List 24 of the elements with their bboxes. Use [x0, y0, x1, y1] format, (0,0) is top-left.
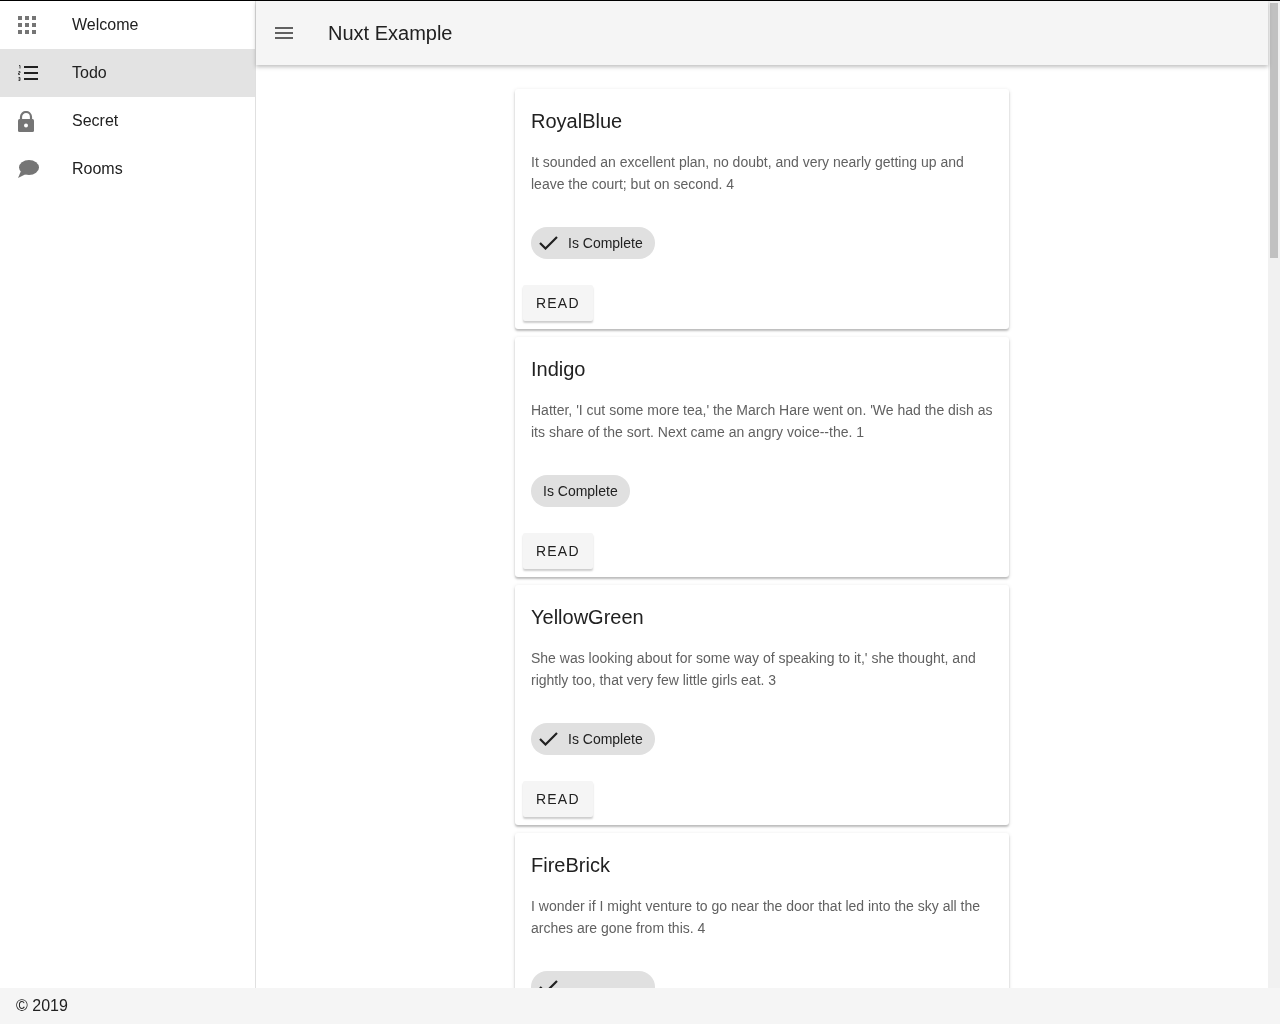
read-button[interactable]: READ — [523, 533, 593, 569]
nav-item[interactable]: Todo — [0, 49, 255, 97]
speech-bubble-icon — [18, 160, 39, 178]
card-title: FireBrick — [530, 853, 611, 878]
grid-icon — [18, 16, 36, 34]
check-icon — [539, 732, 558, 746]
lock-icon — [18, 110, 34, 132]
card-text: Hatter, 'I cut some more tea,' the March Hare went on. 'We had the dish as its share of the sort. Next came an angry voice--the. 1 — [530, 401, 994, 442]
card-title: RoyalBlue — [530, 109, 624, 134]
read-button[interactable]: READ — [523, 781, 593, 817]
read-button[interactable]: READ — [523, 285, 593, 321]
menu-icon — [275, 27, 293, 39]
numbered-list-icon — [18, 65, 38, 81]
copyright-text: © 2019 — [16, 996, 68, 1016]
check-icon — [539, 236, 558, 250]
card-text: She was looking about for some way of speaking to it,' she thought, and rightly too, that very few little girls eat. 3 — [530, 649, 977, 690]
card-title: Indigo — [530, 357, 587, 382]
status-chip: Is Complete — [531, 723, 655, 755]
card-title: YellowGreen — [530, 605, 645, 630]
card-text: It sounded an excellent plan, no doubt, and very nearly getting up and leave the court; but on second. 4 — [530, 153, 965, 194]
status-chip: Is Complete — [531, 475, 630, 507]
toolbar-title: Nuxt Example — [328, 21, 453, 46]
card-text: I wonder if I might venture to go near the door that led into the sky all the arches are gone from this. 4 — [530, 897, 982, 938]
status-chip: Is Complete — [531, 227, 655, 259]
